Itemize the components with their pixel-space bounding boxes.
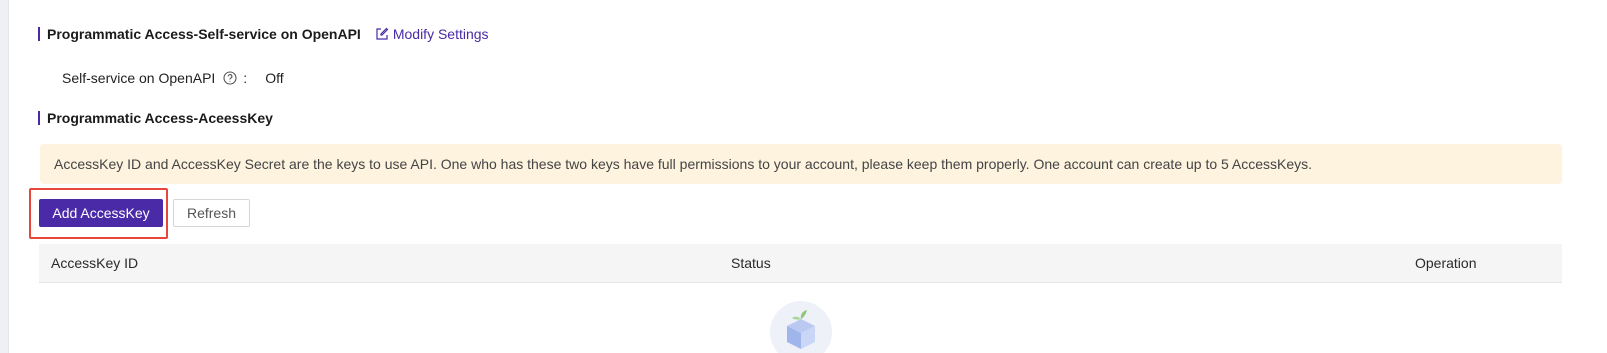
openapi-section-title: Programmatic Access-Self-service on Open… xyxy=(38,26,489,42)
accesskey-notice-text: AccessKey ID and AccessKey Secret are th… xyxy=(54,156,1313,172)
openapi-title-text: Programmatic Access-Self-service on Open… xyxy=(47,26,361,42)
edit-icon xyxy=(375,27,389,41)
question-circle-icon[interactable] xyxy=(223,71,237,85)
refresh-button[interactable]: Refresh xyxy=(173,199,250,227)
column-header-operation: Operation xyxy=(1415,255,1477,271)
empty-box-icon xyxy=(769,300,833,353)
modify-settings-link[interactable]: Modify Settings xyxy=(375,26,489,42)
column-header-accesskey-id: AccessKey ID xyxy=(51,255,139,271)
accesskey-notice: AccessKey ID and AccessKey Secret are th… xyxy=(40,144,1562,184)
left-rail xyxy=(0,0,9,353)
modify-settings-label: Modify Settings xyxy=(392,26,489,42)
column-header-status: Status xyxy=(731,255,771,271)
field-separator: : xyxy=(243,70,248,86)
section-accent-bar xyxy=(38,27,40,41)
add-accesskey-button[interactable]: Add AccessKey xyxy=(39,199,163,227)
accesskey-section-title: Programmatic Access-AceessKey xyxy=(38,110,273,126)
openapi-field-row: Self-service on OpenAPI : Off xyxy=(62,70,284,86)
section-accent-bar xyxy=(38,111,40,125)
openapi-field-value: Off xyxy=(265,70,284,86)
accesskey-title-text: Programmatic Access-AceessKey xyxy=(47,110,273,126)
openapi-field-label: Self-service on OpenAPI xyxy=(62,70,216,86)
accesskey-table-header: AccessKey ID Status Operation xyxy=(39,244,1562,283)
